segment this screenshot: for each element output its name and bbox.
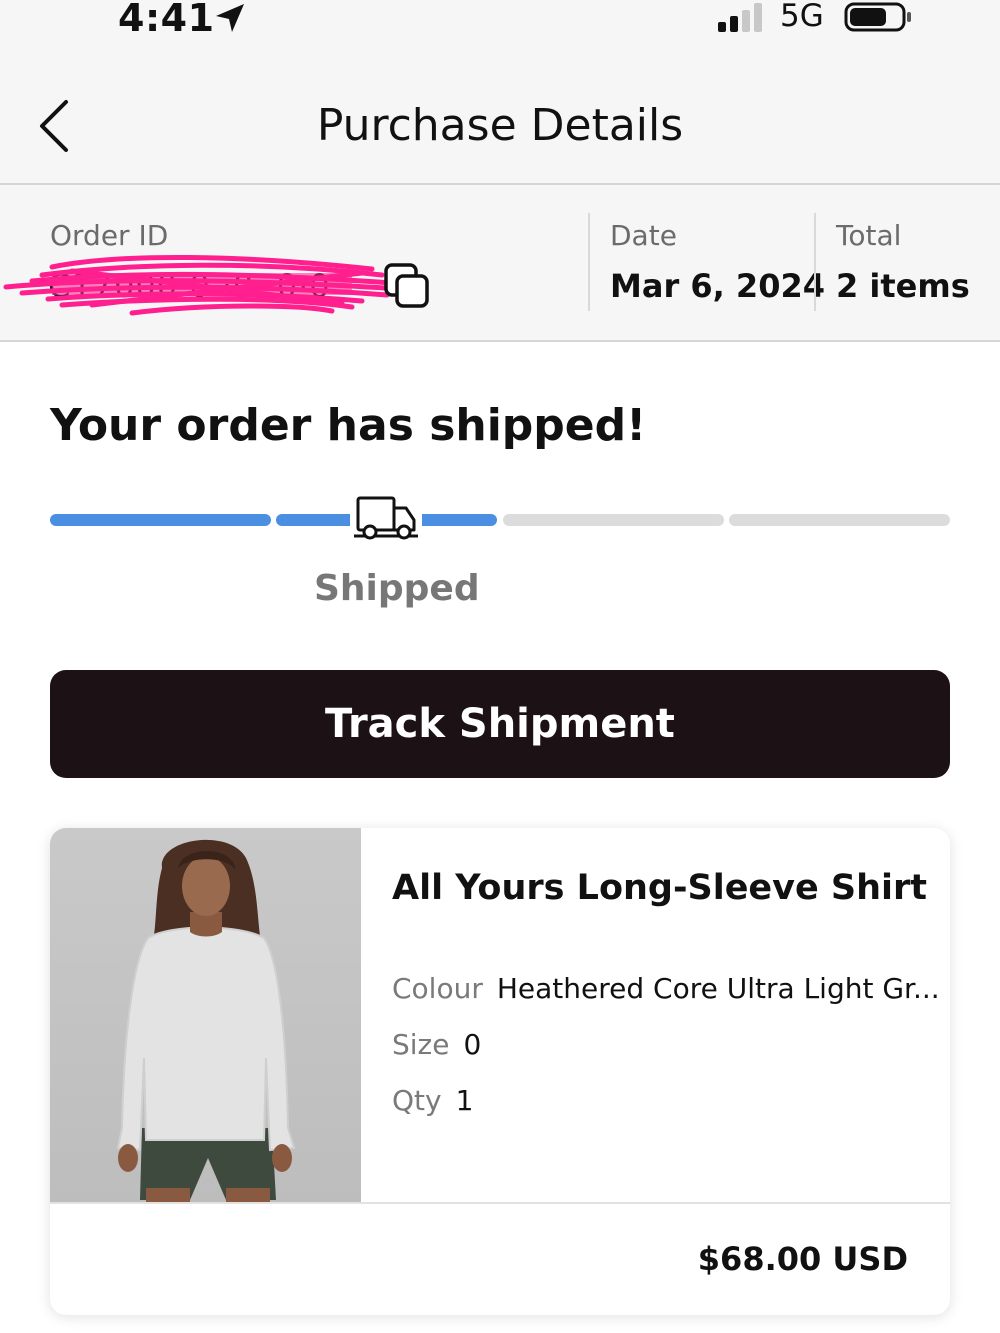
product-image[interactable] [50,828,361,1202]
status-bar: 4:41 5G [0,0,1000,60]
date-label: Date [610,219,677,252]
info-divider [588,213,590,311]
product-qty-row: Qty 1 [392,1084,473,1117]
product-name[interactable]: All Yours Long-Sleeve Shirt [392,868,927,908]
progress-step-3 [503,514,724,526]
qty-label: Qty [392,1084,442,1117]
status-heading: Your order has shipped! [50,400,647,451]
product-photo-illustration [116,839,296,1202]
size-value: 0 [463,1028,482,1061]
info-divider [814,213,816,311]
battery-icon [844,2,911,32]
product-colour-row: Colour Heathered Core Ultra Light Gr... [392,972,940,1005]
order-info-bar: Order ID C17000 0 ·0 ·0·0 Date Mar 6, 20… [0,185,1000,342]
track-shipment-label: Track Shipment [325,701,675,747]
product-price: $68.00 USD [697,1240,908,1278]
network-type: 5G [780,0,824,34]
page-title: Purchase Details [316,100,684,151]
total-value: 2 items [836,267,970,305]
progress-current-label: Shipped [314,568,480,609]
redaction-scribble [3,254,405,316]
progress-step-4 [729,514,950,526]
total-label: Total [836,219,902,252]
copy-icon[interactable] [382,261,432,311]
colour-value: Heathered Core Ultra Light Gr... [496,972,940,1005]
product-card[interactable]: All Yours Long-Sleeve Shirt Colour Heathe… [50,828,950,1315]
signal-icon [718,3,762,32]
status-time: 4:41 [118,0,215,40]
track-shipment-button[interactable]: Track Shipment [50,670,950,778]
colour-label: Colour [392,972,483,1005]
qty-value: 1 [455,1084,474,1117]
date-value: Mar 6, 2024 [610,267,825,305]
location-arrow-icon [216,4,244,32]
progress-step-1 [50,514,271,526]
size-label: Size [392,1028,450,1061]
nav-header: Purchase Details [0,60,1000,185]
card-divider [50,1202,950,1204]
truck-icon [350,492,422,546]
product-size-row: Size 0 [392,1028,481,1061]
